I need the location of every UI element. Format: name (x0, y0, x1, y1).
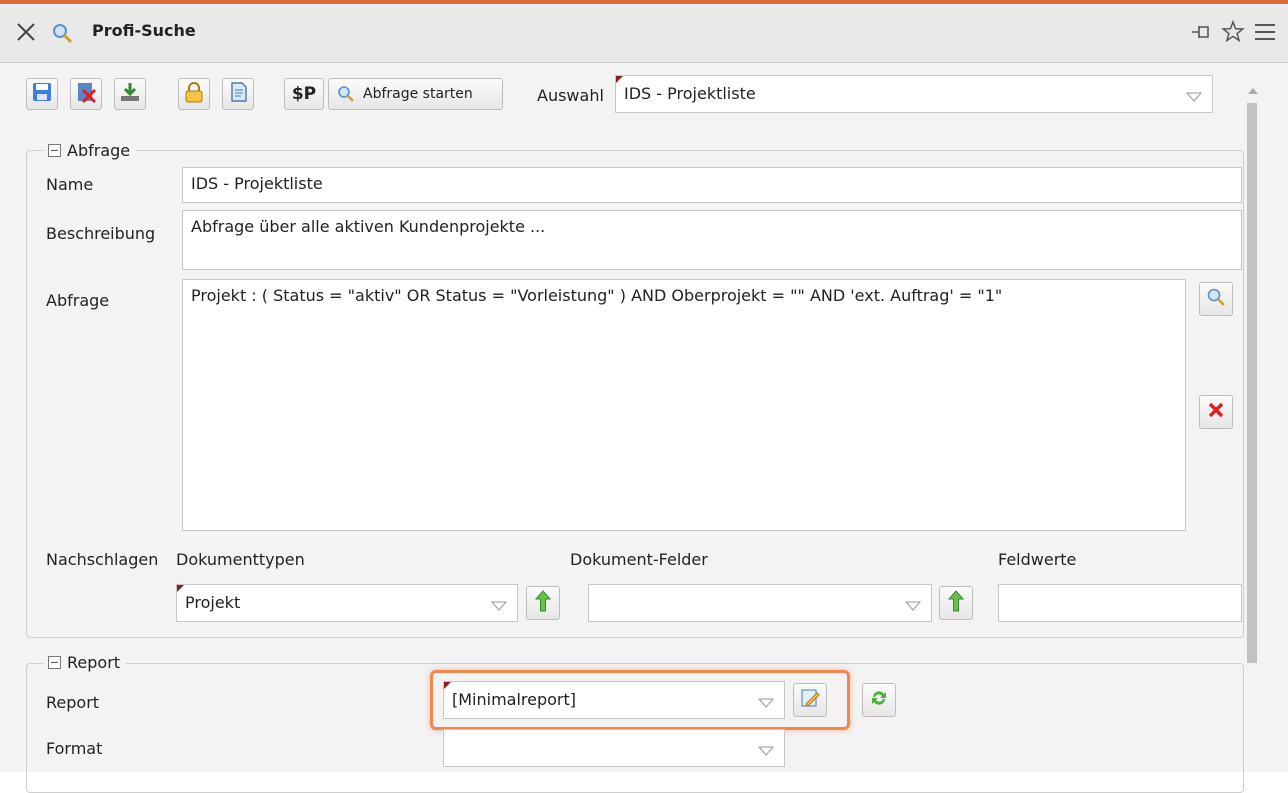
search-icon (1206, 287, 1226, 311)
parameter-button[interactable]: $P (284, 78, 324, 110)
save-icon (31, 81, 53, 107)
doctypes-combo[interactable]: Projekt (176, 584, 518, 622)
document-icon (227, 81, 249, 107)
lock-icon (183, 81, 205, 107)
name-field[interactable]: IDS - Projektliste (182, 167, 1242, 203)
chevron-down-icon (1185, 88, 1203, 102)
chevron-down-icon (490, 597, 508, 611)
lock-button[interactable] (178, 78, 210, 110)
menu-icon[interactable] (1252, 18, 1278, 46)
refresh-icon (869, 688, 889, 712)
run-query-label: Abfrage starten (363, 86, 473, 102)
format-label: Format (46, 739, 103, 758)
chevron-down-icon (757, 742, 775, 756)
description-field[interactable]: Abfrage über alle aktiven Kundenprojekte… (182, 210, 1242, 270)
query-label: Abfrage (46, 291, 110, 310)
doctypes-value: Projekt (185, 593, 241, 612)
description-label: Beschreibung (46, 224, 156, 243)
close-icon[interactable] (14, 20, 38, 44)
close-icon (1206, 400, 1226, 424)
query-clear-button[interactable] (1199, 395, 1233, 429)
run-query-button[interactable]: Abfrage starten (328, 78, 503, 110)
format-combo[interactable] (443, 729, 785, 767)
star-icon[interactable] (1220, 18, 1246, 46)
refresh-report-button[interactable] (862, 683, 896, 717)
report-group-title: Report (67, 653, 121, 672)
selection-combo[interactable]: IDS - Projektliste (615, 75, 1213, 113)
query-search-button[interactable] (1199, 282, 1233, 316)
pin-icon[interactable] (1188, 18, 1214, 46)
report-highlight-box (430, 670, 850, 730)
content-area: $P Abfrage starten Auswahl IDS - Projekt… (0, 63, 1288, 793)
report-label: Report (46, 693, 100, 712)
download-button[interactable] (114, 78, 146, 110)
search-icon (50, 21, 74, 45)
doctypes-label: Dokumenttypen (176, 550, 305, 569)
query-textarea[interactable]: Projekt : ( Status = "aktiv" OR Status =… (182, 279, 1186, 531)
required-flag (177, 585, 184, 592)
scrollbar-thumb[interactable] (1247, 103, 1257, 663)
query-group-legend[interactable]: Abfrage (44, 141, 137, 160)
collapse-icon (48, 144, 61, 157)
docfields-insert-button[interactable] (939, 586, 973, 620)
report-group-legend[interactable]: Report (44, 653, 127, 672)
delete-icon (75, 81, 97, 107)
selection-label: Auswahl (537, 86, 604, 105)
collapse-icon (48, 656, 61, 669)
download-icon (119, 81, 141, 107)
document-button[interactable] (222, 78, 254, 110)
save-button[interactable] (26, 78, 58, 110)
search-icon (337, 85, 355, 103)
docfields-combo[interactable] (588, 584, 932, 622)
chevron-down-icon (904, 597, 922, 611)
fieldvalues-label: Feldwerte (998, 550, 1077, 569)
required-flag (616, 76, 623, 83)
doctypes-insert-button[interactable] (526, 586, 560, 620)
fieldvalues-combo[interactable] (998, 584, 1242, 622)
scroll-up-arrow[interactable] (1248, 88, 1258, 94)
query-group-title: Abfrage (67, 141, 131, 160)
docfields-label: Dokument-Felder (570, 550, 708, 569)
name-label: Name (46, 175, 94, 194)
window-title: Profi-Suche (92, 21, 196, 40)
arrow-up-icon (947, 590, 965, 616)
delete-document-button[interactable] (70, 78, 102, 110)
selection-value: IDS - Projektliste (624, 84, 756, 103)
lookup-label: Nachschlagen (46, 550, 159, 569)
arrow-up-icon (534, 590, 552, 616)
window-titlebar: Profi-Suche (0, 4, 1288, 63)
